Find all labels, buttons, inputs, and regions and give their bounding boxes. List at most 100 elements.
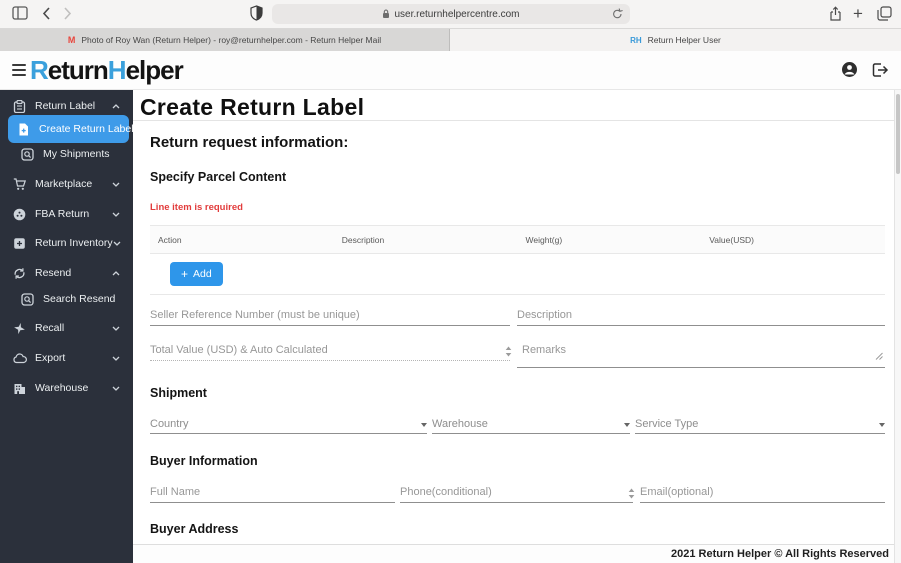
tab-gmail[interactable]: M Photo of Roy Wan (Return Helper) - roy… — [0, 29, 450, 51]
col-value: Value(USD) — [709, 234, 754, 245]
phone-input[interactable] — [400, 482, 633, 503]
sidebar-item-label: Recall — [35, 322, 65, 334]
request-info-heading: Return request information: — [150, 134, 349, 151]
plus-icon: + — [181, 267, 189, 281]
page-title: Create Return Label — [140, 94, 365, 120]
sidebar-item-create-return-label[interactable]: Create Return Label — [8, 115, 134, 143]
logo-text: elper — [125, 55, 184, 85]
parcel-table-row: + Add — [150, 254, 885, 294]
parcel-table: Action Description Weight(g) Value(USD) … — [150, 225, 885, 295]
sidebar-item-recall[interactable]: Recall — [0, 318, 133, 338]
parcel-table-header: Action Description Weight(g) Value(USD) — [150, 226, 885, 254]
browser-toolbar: user.returnhelpercentre.com + — [0, 0, 901, 29]
field-wrap — [150, 340, 512, 362]
box-plus-icon — [13, 237, 26, 250]
warehouse-icon — [13, 382, 26, 395]
add-line-item-button[interactable]: + Add — [170, 262, 223, 286]
share-icon[interactable] — [829, 6, 842, 22]
full-name-input[interactable] — [150, 482, 395, 503]
field-wrap — [640, 482, 885, 503]
privacy-shield-icon[interactable] — [250, 5, 263, 21]
file-plus-icon — [17, 123, 30, 136]
field-wrap — [517, 305, 885, 326]
sidebar-item-return-label[interactable]: Return Label — [0, 97, 133, 115]
seller-reference-input[interactable] — [150, 305, 510, 326]
sidebar-item-label: Resend — [35, 267, 72, 279]
app-logo[interactable]: ReturnHelper — [30, 55, 184, 86]
sidebar-item-resend[interactable]: Resend — [0, 263, 133, 283]
tab-label: Return Helper User — [647, 35, 721, 45]
account-icon[interactable] — [841, 61, 858, 83]
shipment-heading: Shipment — [150, 386, 207, 400]
reload-icon[interactable] — [612, 8, 623, 20]
copyright-text: 2021 Return Helper © All Rights Reserved — [671, 548, 889, 560]
app-header: ReturnHelper — [0, 51, 901, 90]
chevron-down-icon — [112, 382, 120, 394]
gmail-icon: M — [67, 35, 76, 45]
divider — [133, 120, 901, 121]
lock-icon — [383, 9, 390, 18]
cloud-icon — [13, 352, 27, 365]
field-wrap — [150, 305, 510, 326]
country-select-label: Country — [150, 418, 189, 430]
fba-circle-icon — [13, 208, 26, 221]
sidebar-item-my-shipments[interactable]: My Shipments — [0, 145, 133, 163]
sidebar-item-warehouse[interactable]: Warehouse — [0, 378, 133, 398]
sidebar-item-fba-return[interactable]: FBA Return — [0, 204, 133, 224]
sidebar-item-return-inventory[interactable]: Return Inventory — [0, 233, 133, 253]
url-text: user.returnhelpercentre.com — [394, 8, 520, 20]
service-type-select-label: Service Type — [635, 418, 699, 430]
cart-icon — [13, 177, 27, 191]
total-value-input — [150, 340, 510, 361]
service-type-select[interactable]: Service Type — [635, 414, 885, 434]
field-wrap — [400, 482, 635, 504]
sidebar-item-marketplace[interactable]: Marketplace — [0, 174, 133, 194]
tab-return-helper[interactable]: RH Return Helper User — [450, 29, 901, 51]
remarks-placeholder: Remarks — [522, 344, 567, 356]
email-input[interactable] — [640, 482, 885, 503]
sidebar-item-label: FBA Return — [35, 208, 90, 220]
clipboard-icon — [13, 99, 26, 113]
col-description: Description — [341, 234, 385, 245]
back-icon[interactable] — [42, 7, 51, 20]
menu-icon[interactable] — [12, 64, 26, 76]
return-helper-icon: RH — [630, 35, 642, 45]
chevron-down-icon — [112, 322, 120, 334]
tab-bar: M Photo of Roy Wan (Return Helper) - roy… — [0, 29, 901, 51]
number-stepper-icon[interactable] — [505, 344, 512, 362]
search-box-icon — [21, 292, 34, 306]
sidebar-item-label: Create Return Label — [39, 123, 134, 135]
sidebar-item-export[interactable]: Export — [0, 348, 133, 368]
col-weight: Weight(g) — [525, 234, 563, 245]
sidebar-toggle-icon[interactable] — [12, 6, 28, 20]
tab-overview-icon[interactable] — [877, 6, 892, 21]
sidebar-item-label: Warehouse — [35, 382, 89, 394]
remarks-textarea[interactable]: Remarks — [517, 340, 885, 368]
page-footer: 2021 Return Helper © All Rights Reserved — [133, 544, 901, 563]
refresh-icon — [13, 267, 26, 280]
chevron-down-icon — [879, 423, 885, 427]
col-action: Action — [158, 234, 182, 245]
warehouse-select-label: Warehouse — [432, 418, 488, 430]
browser-window: user.returnhelpercentre.com + M Photo of… — [0, 0, 901, 563]
resize-grip-icon[interactable] — [875, 347, 883, 365]
sidebar-item-search-resend[interactable]: Search Resend — [0, 290, 133, 308]
warehouse-select[interactable]: Warehouse — [432, 414, 630, 434]
parcel-content-heading: Specify Parcel Content — [150, 170, 287, 184]
description-input[interactable] — [517, 305, 885, 326]
chevron-up-icon — [112, 100, 120, 112]
scrollbar[interactable] — [894, 90, 901, 563]
address-bar[interactable]: user.returnhelpercentre.com — [272, 4, 630, 24]
logo-letter-r: R — [30, 55, 49, 85]
country-select[interactable]: Country — [150, 414, 427, 434]
tab-label: Photo of Roy Wan (Return Helper) - roy@r… — [81, 35, 382, 45]
chevron-down-icon — [112, 352, 120, 364]
new-tab-icon[interactable]: + — [853, 5, 863, 22]
scrollbar-thumb[interactable] — [896, 94, 900, 174]
forward-icon[interactable] — [63, 7, 72, 20]
underline — [517, 367, 885, 368]
chevron-down-icon — [112, 178, 120, 190]
logout-icon[interactable] — [872, 62, 889, 83]
number-stepper-icon[interactable] — [628, 486, 635, 504]
sidebar-item-label: Export — [35, 352, 66, 364]
